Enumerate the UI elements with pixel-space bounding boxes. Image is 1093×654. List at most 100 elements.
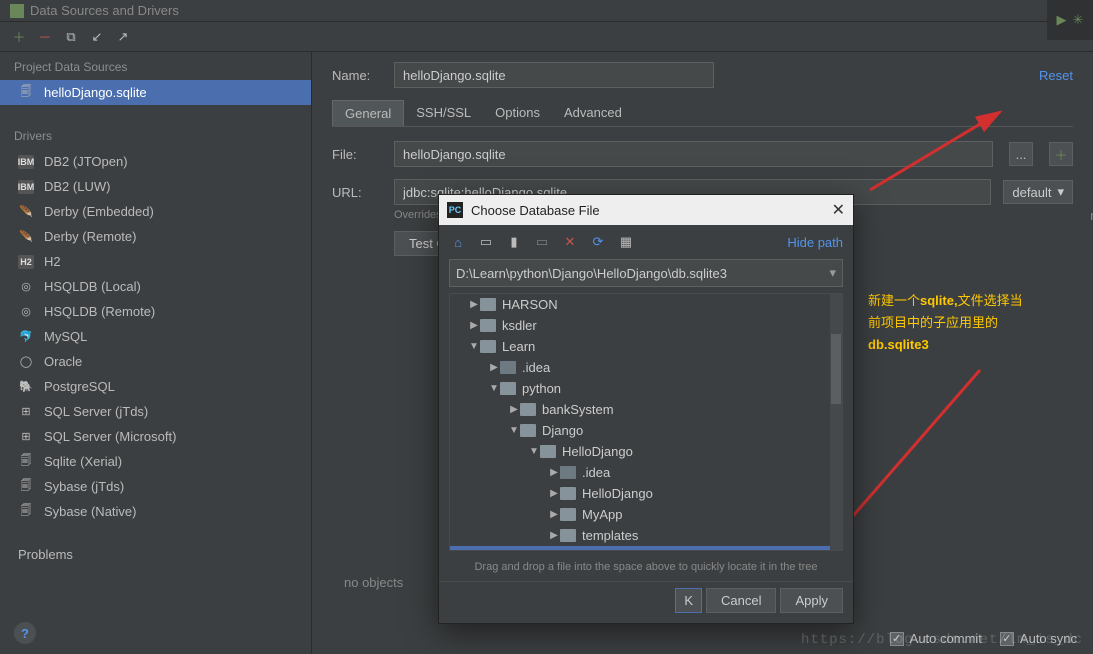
driver-icon: 🐬: [18, 330, 34, 344]
expand-icon[interactable]: ▶: [508, 404, 520, 415]
datasource-item[interactable]: 🗐 helloDjango.sqlite: [0, 80, 311, 105]
sidebar: Project Data Sources 🗐 helloDjango.sqlit…: [0, 52, 312, 654]
expand-icon[interactable]: ▶: [548, 509, 560, 520]
folder-icon: [480, 298, 496, 311]
driver-item-h2[interactable]: H2H2: [0, 249, 311, 274]
folder-icon: [480, 319, 496, 332]
add-icon[interactable]: ＋: [10, 28, 28, 46]
app-icon: [10, 4, 24, 18]
driver-item-sybase-native[interactable]: 🗐Sybase (Native): [0, 499, 311, 524]
remove-icon[interactable]: －: [36, 28, 54, 46]
home-icon[interactable]: ⌂: [449, 233, 467, 251]
hide-path-link[interactable]: Hide path: [787, 235, 843, 250]
driver-item-mysql[interactable]: 🐬MySQL: [0, 324, 311, 349]
datasource-label: helloDjango.sqlite: [44, 85, 147, 100]
project-icon[interactable]: ▮: [505, 233, 523, 251]
right-toolbar: ▶ ✳: [1047, 0, 1093, 40]
driver-item-db2-luw[interactable]: IBMDB2 (LUW): [0, 174, 311, 199]
expand-icon[interactable]: ▶: [548, 467, 560, 478]
path-input[interactable]: D:\Learn\python\Django\HelloDjango\db.sq…: [449, 259, 843, 287]
driver-icon: ◎: [18, 280, 34, 294]
driver-item-sybase-jtds[interactable]: 🗐Sybase (jTds): [0, 474, 311, 499]
tab-advanced[interactable]: Advanced: [552, 100, 634, 126]
collapse-icon[interactable]: ▼: [468, 341, 480, 352]
expand-icon[interactable]: ▶: [468, 299, 480, 310]
driver-item-oracle[interactable]: ◯Oracle: [0, 349, 311, 374]
folder-icon: [540, 445, 556, 458]
folder-icon: [560, 508, 576, 521]
collapse-icon[interactable]: ▼: [488, 383, 500, 394]
folder-icon: [560, 487, 576, 500]
import-icon[interactable]: ↙: [88, 28, 106, 46]
expand-icon[interactable]: ▶: [488, 362, 500, 373]
desktop-icon[interactable]: ▭: [477, 233, 495, 251]
driver-item-postgresql[interactable]: 🐘PostgreSQL: [0, 374, 311, 399]
newfolder-icon[interactable]: ▭: [533, 233, 551, 251]
apply-button[interactable]: Apply: [780, 588, 843, 613]
expand-icon[interactable]: ▶: [548, 488, 560, 499]
driver-item-derby-embedded[interactable]: 🪶Derby (Embedded): [0, 199, 311, 224]
folder-icon: [560, 529, 576, 542]
copy-icon[interactable]: ⧉: [62, 28, 80, 46]
tab-ssh[interactable]: SSH/SSL: [404, 100, 483, 126]
reset-link[interactable]: Reset: [1039, 68, 1073, 83]
folder-icon: [500, 382, 516, 395]
dialog-titlebar: PC Choose Database File ✕: [439, 195, 853, 225]
app-icon: PC: [447, 202, 463, 218]
folder-icon: [560, 466, 576, 479]
dialog-toolbar: ⌂ ▭ ▮ ▭ ✕ ⟳ ▦ Hide path: [439, 225, 853, 259]
titlebar: Data Sources and Drivers: [0, 0, 1093, 22]
expand-icon[interactable]: ▶: [548, 530, 560, 541]
toolbar: ＋ － ⧉ ↙ ↗: [0, 22, 1093, 52]
sidebar-item-problems[interactable]: Problems: [0, 542, 311, 567]
driver-item-sqlserver-jtds[interactable]: ⊞SQL Server (jTds): [0, 399, 311, 424]
window-title: Data Sources and Drivers: [30, 3, 179, 18]
driver-icon: ⊞: [18, 405, 34, 419]
collapse-icon[interactable]: ▼: [508, 425, 520, 436]
browse-button[interactable]: ...: [1009, 142, 1033, 166]
driver-icon: 🗐: [18, 455, 34, 469]
url-dropdown[interactable]: default▾: [1003, 180, 1073, 204]
driver-item-sqlite[interactable]: 🗐Sqlite (Xerial): [0, 449, 311, 474]
run-icon[interactable]: ▶: [1057, 12, 1067, 28]
history-icon[interactable]: ▾: [829, 265, 836, 281]
file-input[interactable]: [394, 141, 993, 167]
export-icon[interactable]: ↗: [114, 28, 132, 46]
showhidden-icon[interactable]: ▦: [617, 233, 635, 251]
driver-icon: H2: [18, 255, 34, 269]
expand-icon[interactable]: ▶: [468, 320, 480, 331]
help-button[interactable]: ?: [14, 622, 36, 644]
file-label: File:: [332, 147, 382, 162]
tab-general[interactable]: General: [332, 100, 404, 126]
driver-icon: ◎: [18, 305, 34, 319]
db-icon: 🗐: [18, 86, 34, 100]
no-objects-text: no objects: [344, 575, 403, 590]
driver-icon: 🪶: [18, 230, 34, 244]
file-tree[interactable]: ▶HARSON ▶ksdler ▼Learn ▶.idea ▼python ▶b…: [449, 293, 843, 551]
add-file-button[interactable]: ＋: [1049, 142, 1073, 166]
scrollbar[interactable]: [830, 294, 842, 550]
refresh-icon[interactable]: ⟳: [589, 233, 607, 251]
tab-options[interactable]: Options: [483, 100, 552, 126]
annotation-text: 新建一个sqlite,文件选择当 前项目中的子应用里的 db.sqlite3: [868, 290, 1078, 356]
chevron-down-icon: ▾: [1057, 184, 1064, 200]
driver-item-sqlserver-ms[interactable]: ⊞SQL Server (Microsoft): [0, 424, 311, 449]
driver-item-derby-remote[interactable]: 🪶Derby (Remote): [0, 224, 311, 249]
driver-item-db2-jtopen[interactable]: IBMDB2 (JTOpen): [0, 149, 311, 174]
driver-icon: IBM: [18, 155, 34, 169]
cancel-button[interactable]: Cancel: [706, 588, 776, 613]
driver-item-hsqldb-remote[interactable]: ◎HSQLDB (Remote): [0, 299, 311, 324]
sidebar-heading-pds: Project Data Sources: [0, 54, 311, 80]
ok-button[interactable]: K: [675, 588, 702, 613]
watermark: https://blog.csdn.net/lm_is_dc: [801, 632, 1083, 648]
driver-item-hsqldb-local[interactable]: ◎HSQLDB (Local): [0, 274, 311, 299]
name-input[interactable]: [394, 62, 714, 88]
tabs: General SSH/SSL Options Advanced: [332, 100, 1073, 127]
close-icon[interactable]: ✕: [832, 200, 845, 220]
collapse-icon[interactable]: ▼: [528, 446, 540, 457]
driver-icon: 🗐: [18, 505, 34, 519]
folder-icon: [520, 424, 536, 437]
driver-icon: ◯: [18, 355, 34, 369]
bug-icon[interactable]: ✳: [1073, 12, 1084, 28]
delete-icon[interactable]: ✕: [561, 233, 579, 251]
